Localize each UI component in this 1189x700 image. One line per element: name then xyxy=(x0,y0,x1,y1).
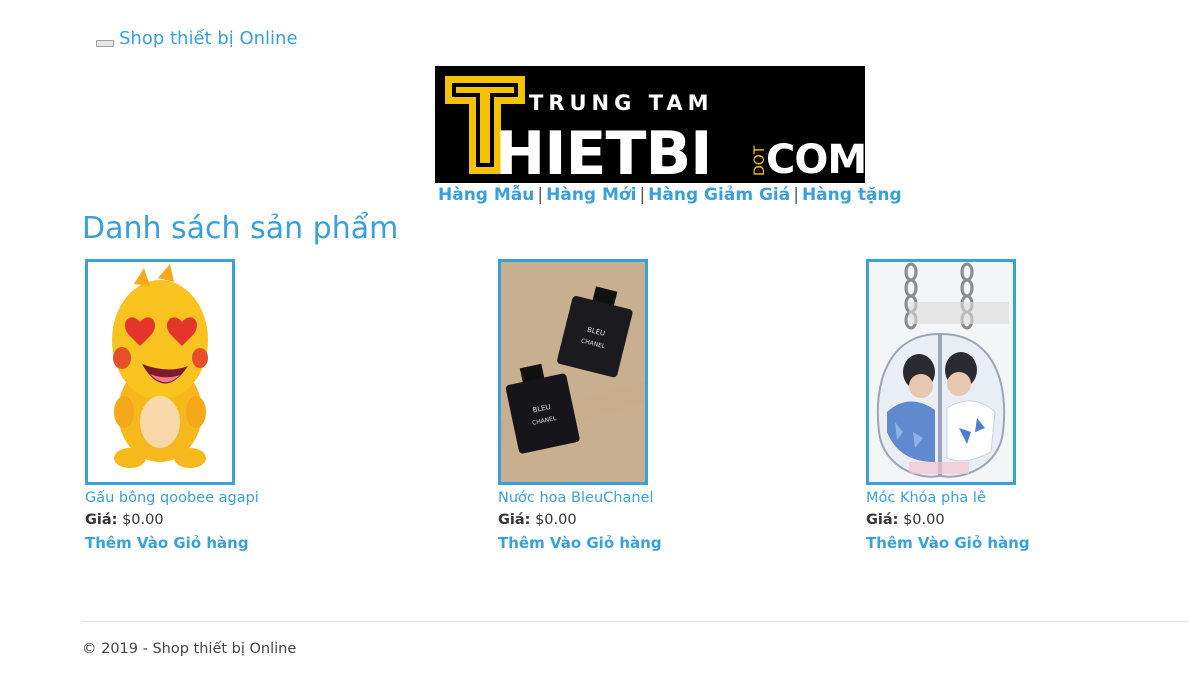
product-card: Móc Khóa pha lê Giá: $0.00 Thêm Vào Giỏ … xyxy=(866,259,1126,552)
price-value: $0.00 xyxy=(535,512,577,528)
page-title: Danh sách sản phẩm xyxy=(82,211,399,246)
add-to-cart-link[interactable]: Thêm Vào Giỏ hàng xyxy=(85,534,345,552)
banner-line1: TRUNG TAM xyxy=(529,91,714,115)
product-price: Giá: $0.00 xyxy=(85,512,345,528)
product-name-link[interactable]: Móc Khóa pha lê xyxy=(866,490,1126,506)
navbar: Shop thiết bị Online xyxy=(96,28,298,49)
banner-com: COM xyxy=(766,137,865,183)
category-menu: Hàng Mẫu | Hàng Mới | Hàng Giảm Giá | Hàng tặn… xyxy=(438,185,902,205)
price-label: Giá: xyxy=(498,512,531,528)
banner-line2: HIETBI xyxy=(495,119,712,183)
banner-logo-graphic: TRUNG TAM HIETBI DOT COM xyxy=(435,66,865,183)
menu-separator: | xyxy=(639,185,646,205)
product-price: Giá: $0.00 xyxy=(498,512,758,528)
product-price: Giá: $0.00 xyxy=(866,512,1126,528)
product-image[interactable] xyxy=(866,259,1016,485)
footer-divider xyxy=(82,621,1189,622)
menu-separator: | xyxy=(793,185,799,205)
menu-separator: | xyxy=(537,185,544,205)
perfume-bottles-image: BLEU CHANEL BLEU CHANEL xyxy=(501,262,645,482)
banner-logo: TRUNG TAM HIETBI DOT COM xyxy=(435,66,865,183)
price-label: Giá: xyxy=(85,512,118,528)
crystal-keychain-image xyxy=(869,262,1013,482)
product-card: Gấu bông qoobee agapi Giá: $0.00 Thêm Và… xyxy=(85,259,345,552)
price-value: $0.00 xyxy=(903,512,945,528)
footer-copyright: © 2019 - Shop thiết bị Online xyxy=(82,641,297,657)
product-name-link[interactable]: Nước hoa BleuChanel xyxy=(498,490,758,506)
menu-item-hang-mau[interactable]: Hàng Mẫu xyxy=(438,185,534,205)
add-to-cart-link[interactable]: Thêm Vào Giỏ hàng xyxy=(866,534,1126,552)
brand-link[interactable]: Shop thiết bị Online xyxy=(119,28,298,49)
add-to-cart-link[interactable]: Thêm Vào Giỏ hàng xyxy=(498,534,758,552)
product-name-link[interactable]: Gấu bông qoobee agapi xyxy=(85,490,345,506)
plush-dinosaur-image xyxy=(88,262,232,482)
product-card: BLEU CHANEL BLEU CHANEL Nước hoa BleuCha… xyxy=(498,259,758,552)
price-value: $0.00 xyxy=(122,512,164,528)
product-image[interactable] xyxy=(85,259,235,485)
price-label: Giá: xyxy=(866,512,899,528)
menu-item-hang-moi[interactable]: Hàng Mới xyxy=(546,185,636,205)
navbar-toggle-button[interactable] xyxy=(96,39,114,47)
product-image[interactable]: BLEU CHANEL BLEU CHANEL xyxy=(498,259,648,485)
menu-item-hang-tang[interactable]: Hàng tặng xyxy=(802,185,902,205)
menu-item-hang-giam-gia[interactable]: Hàng Giảm Giá xyxy=(648,185,790,205)
